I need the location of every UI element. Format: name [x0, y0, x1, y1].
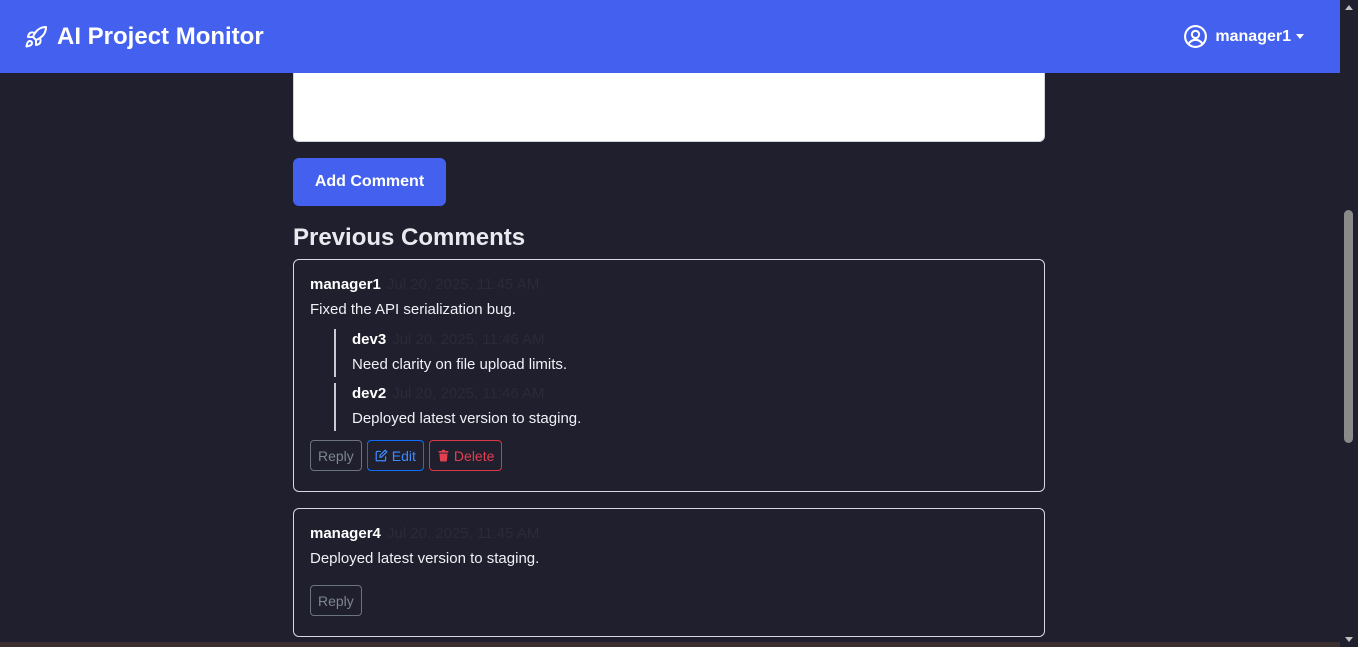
comment-actions: Reply Edit Delete: [310, 440, 1028, 471]
reply-label: Reply: [318, 592, 354, 609]
comment-card: manager1 Jul 20, 2025, 11:45 AM Fixed th…: [293, 259, 1045, 492]
vertical-scrollbar[interactable]: [1340, 0, 1358, 647]
edit-icon: [375, 449, 388, 462]
comment-text: Deployed latest version to staging.: [310, 550, 540, 567]
comment-card: manager4 Jul 20, 2025, 11:45 AM Deployed…: [293, 508, 1045, 637]
reply-author: dev2: [352, 385, 387, 402]
user-circle-icon: [1184, 25, 1208, 48]
delete-button[interactable]: Delete: [428, 440, 503, 471]
reply-item: dev3 Jul 20, 2025, 11:46 AM Need clarity…: [334, 329, 1028, 377]
reply-timestamp: Jul 20, 2025, 11:46 AM: [392, 331, 545, 348]
comment-author: manager1: [310, 276, 381, 293]
chevron-down-icon: [1296, 34, 1304, 39]
previous-comments-heading: Previous Comments: [293, 224, 526, 251]
trash-icon: [438, 449, 449, 462]
delete-label: Delete: [453, 447, 495, 464]
scrollbar-thumb[interactable]: [1344, 210, 1353, 443]
edit-button[interactable]: Edit: [366, 440, 424, 471]
edit-label: Edit: [391, 447, 416, 464]
comment-text: Fixed the API serialization bug.: [310, 301, 516, 318]
top-navbar: AI Project Monitor manager1: [0, 0, 1340, 73]
reply-text: Need clarity on file upload limits.: [352, 356, 568, 373]
brand-link[interactable]: AI Project Monitor: [24, 23, 264, 51]
user-dropdown[interactable]: manager1: [1183, 24, 1304, 49]
comment-actions: Reply: [310, 585, 1028, 616]
reply-item: dev2 Jul 20, 2025, 11:46 AM Deployed lat…: [334, 383, 1028, 431]
comment-author: manager4: [310, 525, 381, 542]
rocket-icon: [25, 25, 47, 47]
bottom-edge: [0, 642, 1340, 647]
reply-label: Reply: [318, 447, 354, 464]
user-name: manager1: [1215, 27, 1291, 45]
app-title: AI Project Monitor: [57, 22, 264, 50]
comment-timestamp: Jul 20, 2025, 11:45 AM: [386, 525, 540, 542]
reply-text: Deployed latest version to staging.: [352, 410, 582, 427]
comment-timestamp: Jul 20, 2025, 11:45 AM: [386, 276, 540, 293]
scroll-up-icon[interactable]: [1345, 5, 1353, 10]
reply-timestamp: Jul 20, 2025, 11:46 AM: [392, 385, 545, 402]
scroll-down-icon[interactable]: [1345, 637, 1353, 642]
reply-button[interactable]: Reply: [310, 585, 362, 616]
reply-author: dev3: [352, 331, 387, 348]
reply-button[interactable]: Reply: [310, 440, 362, 471]
add-comment-button[interactable]: Add Comment: [293, 158, 446, 206]
